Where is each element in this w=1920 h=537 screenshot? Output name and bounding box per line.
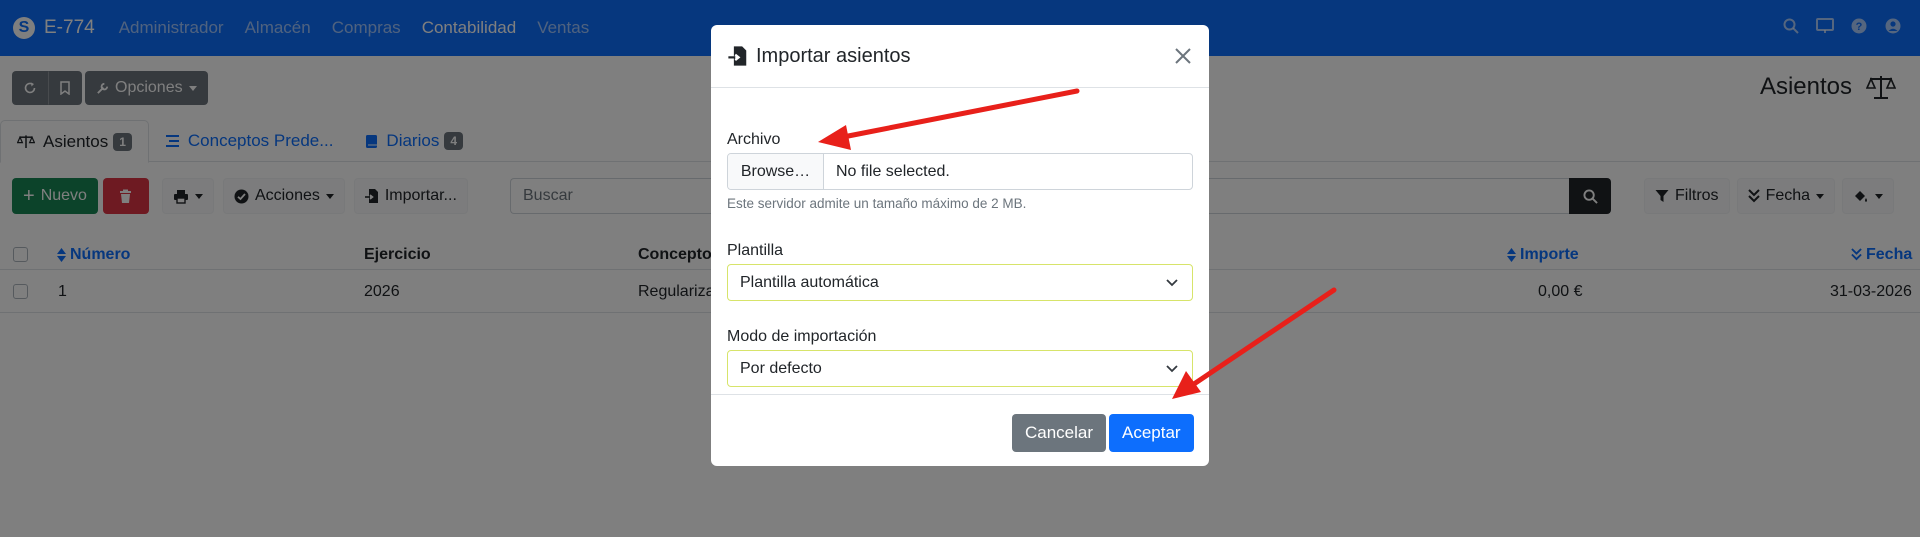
template-select[interactable]: Plantilla automática bbox=[727, 264, 1193, 301]
browse-button[interactable]: Browse… bbox=[728, 154, 824, 189]
dialog-title: Importar asientos bbox=[756, 44, 911, 67]
template-label: Plantilla bbox=[727, 242, 784, 259]
dialog-footer: Cancelar Aceptar bbox=[711, 394, 1209, 466]
close-button[interactable] bbox=[1172, 45, 1194, 67]
dialog-header: Importar asientos bbox=[711, 25, 1209, 88]
import-mode-label: Modo de importación bbox=[727, 328, 877, 345]
import-mode-select[interactable]: Por defecto bbox=[727, 350, 1193, 387]
chevron-down-icon bbox=[1166, 365, 1178, 373]
file-label: Archivo bbox=[727, 131, 781, 148]
accept-button[interactable]: Aceptar bbox=[1109, 414, 1194, 452]
chevron-down-icon bbox=[1166, 279, 1178, 287]
import-mode-value: Por defecto bbox=[740, 359, 822, 377]
file-import-icon bbox=[728, 46, 747, 66]
file-input[interactable]: Browse… No file selected. bbox=[727, 153, 1193, 190]
cancel-button[interactable]: Cancelar bbox=[1012, 414, 1107, 452]
file-status: No file selected. bbox=[836, 162, 950, 180]
file-size-help: Este servidor admite un tamaño máximo de… bbox=[727, 196, 1027, 211]
template-value: Plantilla automática bbox=[740, 273, 879, 291]
import-dialog: Importar asientos Archivo Browse… No fil… bbox=[711, 25, 1209, 466]
close-icon bbox=[1175, 48, 1191, 64]
